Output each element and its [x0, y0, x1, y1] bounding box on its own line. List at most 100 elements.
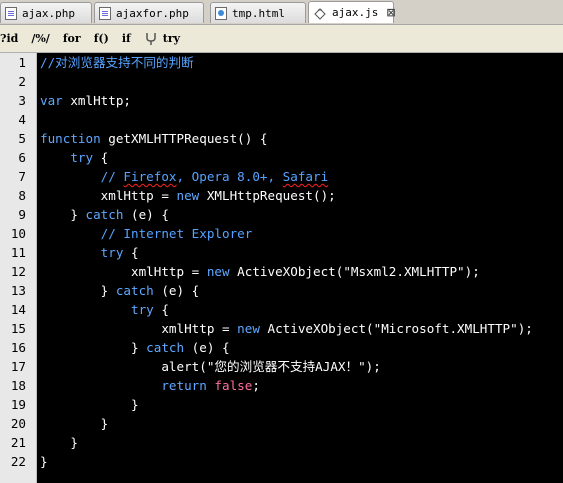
line-number: 12 — [10, 264, 26, 279]
snippet-toolbar: ?id /%/ for f() if try — [0, 25, 563, 53]
toolbar-if-button[interactable]: if — [122, 32, 131, 45]
code-line: 21 } — [0, 433, 563, 452]
toolbar-try-button[interactable]: try — [144, 32, 180, 46]
code-line: 9 } catch (e) { — [0, 205, 563, 224]
line-number: 3 — [18, 93, 26, 108]
code-line: 11 try { — [0, 243, 563, 262]
code-line: 4 — [0, 110, 563, 129]
code-line: 10 // Internet Explorer — [0, 224, 563, 243]
code-text: XMLHttpRequest(); — [199, 188, 336, 203]
line-number: 8 — [18, 188, 26, 203]
code-text: getXMLHTTPRequest() { — [100, 131, 268, 146]
php-file-icon — [5, 6, 17, 20]
code-editor[interactable]: 1 //对浏览器支持不同的判断 2 3 var xmlHttp; 4 5 functi… — [0, 53, 563, 483]
tab-ajaxfor-php[interactable]: ajaxfor.php — [94, 2, 204, 23]
php-file-icon — [99, 6, 111, 20]
code-text: xmlHttp = — [161, 321, 238, 336]
code-keyword: catch — [146, 340, 185, 355]
try-icon — [146, 32, 156, 45]
line-number: 4 — [18, 112, 26, 127]
code-keyword: return — [161, 378, 207, 393]
line-number: 5 — [18, 131, 26, 146]
code-keyword: catch — [115, 283, 154, 298]
code-comment-misspelled: Firefox — [123, 169, 177, 184]
code-text: { — [153, 302, 169, 317]
editor-tab-bar: ajax.php ajaxfor.php tmp.html ajax.js ⊠ — [0, 0, 563, 25]
code-line: 15 xmlHttp = new ActiveXObject("Microsof… — [0, 319, 563, 338]
toolbar-id-button[interactable]: ?id — [0, 32, 18, 45]
code-keyword: new — [237, 321, 260, 336]
toolbar-try-label: try — [162, 32, 181, 45]
code-line: 14 try { — [0, 300, 563, 319]
code-line: 3 var xmlHttp; — [0, 91, 563, 110]
js-file-icon — [313, 6, 327, 20]
tab-label: ajax.js — [332, 6, 379, 19]
code-text: } — [70, 435, 78, 450]
code-text: ; — [252, 378, 260, 393]
code-line: 16 } catch (e) { — [0, 338, 563, 357]
code-keyword: function — [40, 131, 101, 146]
close-tab-icon[interactable]: ⊠ — [386, 7, 395, 18]
code-line: 6 try { — [0, 148, 563, 167]
line-number: 13 — [10, 283, 26, 298]
line-number: 11 — [10, 245, 26, 260]
code-text: ); — [517, 321, 533, 336]
tab-label: ajaxfor.php — [116, 6, 189, 20]
toolbar-function-button[interactable]: f() — [94, 32, 109, 45]
line-number: 15 — [10, 321, 26, 336]
code-line: 12 xmlHttp = new ActiveXObject("Msxml2.X… — [0, 262, 563, 281]
code-text: } — [40, 454, 48, 469]
code-keyword: try — [70, 150, 94, 165]
code-text: } — [100, 416, 109, 431]
code-literal: false — [206, 378, 253, 393]
code-text: (e) { — [153, 283, 200, 298]
code-text: ); — [464, 264, 480, 279]
code-keyword: try — [131, 302, 154, 317]
code-text: xmlHttp; — [62, 93, 131, 108]
code-keyword: catch — [85, 207, 124, 222]
code-text: { — [123, 245, 139, 260]
code-line: 13 } catch (e) { — [0, 281, 563, 300]
code-line: 7 // Firefox, Opera 8.0+, Safari — [0, 167, 563, 186]
code-keyword: new — [176, 188, 200, 203]
code-text: ); — [365, 359, 381, 374]
line-number: 22 — [10, 454, 26, 469]
code-line: 19 } — [0, 395, 563, 414]
code-line: 20 } — [0, 414, 563, 433]
line-number: 14 — [10, 302, 26, 317]
line-number: 19 — [10, 397, 26, 412]
line-number: 16 — [10, 340, 26, 355]
code-line: 1 //对浏览器支持不同的判断 — [0, 53, 563, 72]
code-text: { — [93, 150, 109, 165]
code-comment: //对浏览器支持不同的判断 — [40, 55, 194, 70]
line-number: 18 — [10, 378, 26, 393]
toolbar-regex-button[interactable]: /%/ — [31, 32, 50, 45]
tab-label: ajax.php — [22, 6, 75, 20]
line-number: 7 — [18, 169, 26, 184]
code-keyword: new — [206, 264, 230, 279]
code-string: "Msxml2.XMLHTTP" — [343, 264, 465, 279]
code-text: } — [70, 207, 86, 222]
code-line: 8 xmlHttp = new XMLHttpRequest(); — [0, 186, 563, 205]
line-number: 20 — [10, 416, 26, 431]
code-text: ActiveXObject( — [259, 321, 374, 336]
code-string: "您的浏览器不支持AJAX！" — [206, 359, 366, 374]
code-text: } — [131, 397, 139, 412]
code-line: 18 return false; — [0, 376, 563, 395]
tab-tmp-html[interactable]: tmp.html — [210, 2, 306, 23]
toolbar-for-button[interactable]: for — [63, 32, 81, 45]
code-comment-misspelled: Safari — [282, 169, 329, 184]
code-string: "Microsoft.XMLHTTP" — [373, 321, 518, 336]
code-text: (e) { — [184, 340, 230, 355]
line-number: 1 — [18, 55, 26, 70]
code-line: 2 — [0, 72, 563, 91]
tab-ajax-js[interactable]: ajax.js ⊠ — [308, 1, 396, 23]
tab-ajax-php[interactable]: ajax.php — [0, 2, 92, 23]
html-file-icon — [215, 6, 227, 20]
code-text: } — [100, 283, 116, 298]
line-number: 2 — [18, 74, 26, 89]
line-number: 21 — [10, 435, 26, 450]
code-text: } — [131, 340, 147, 355]
code-text: xmlHttp = — [131, 264, 207, 279]
code-keyword: try — [100, 245, 124, 260]
